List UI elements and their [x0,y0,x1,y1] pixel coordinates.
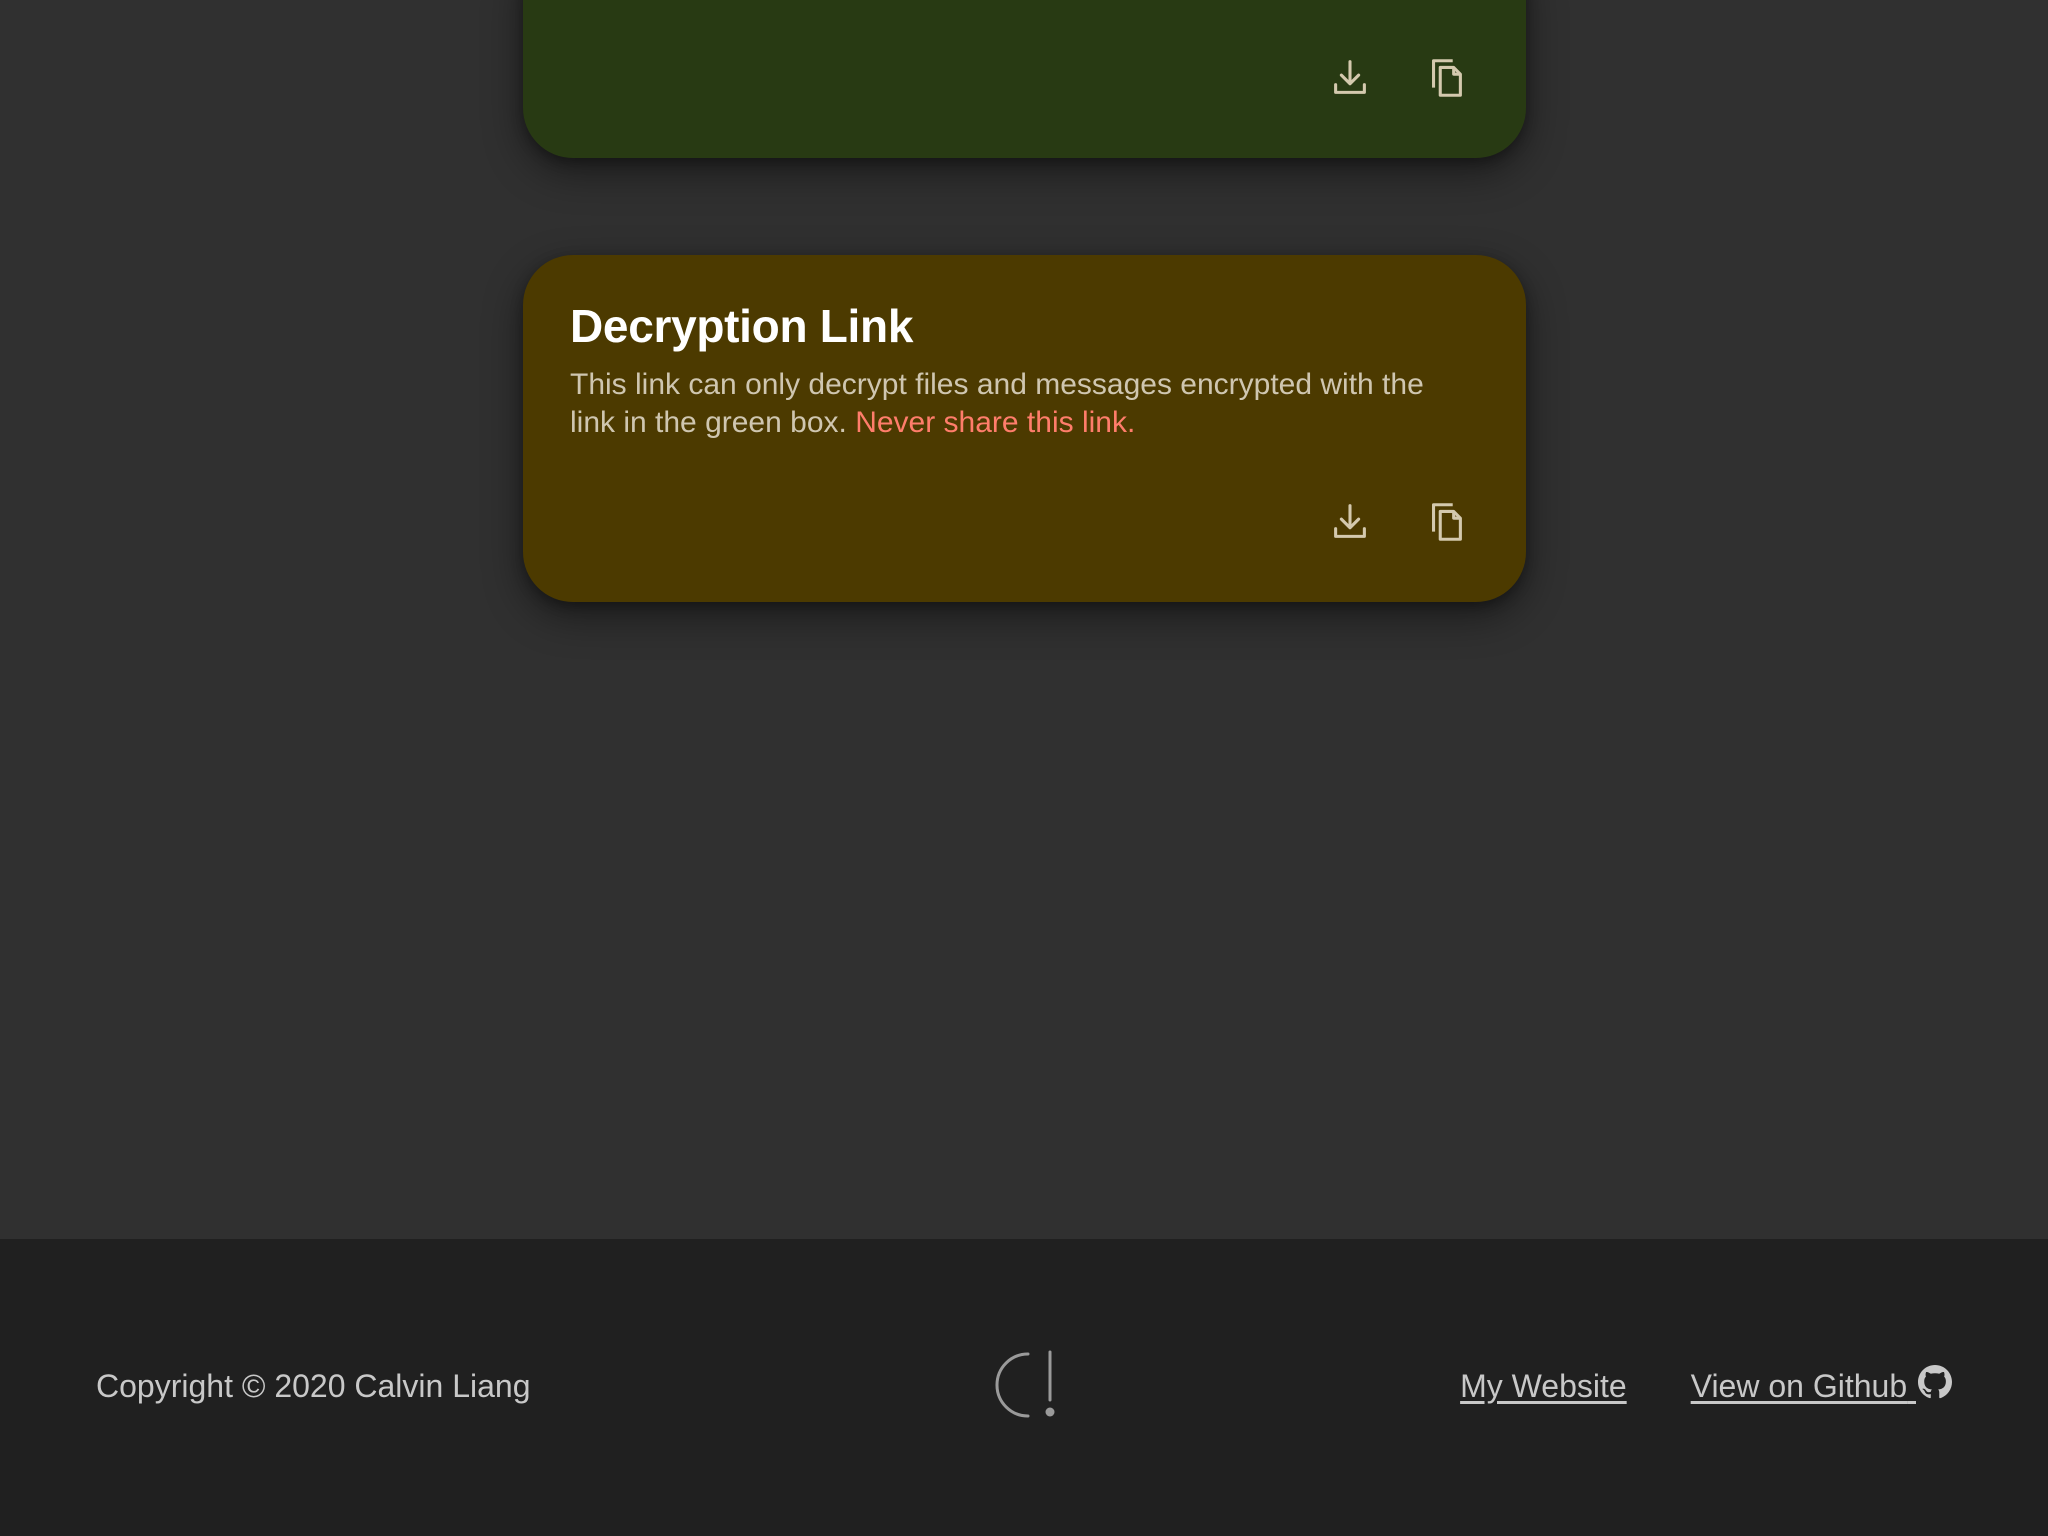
copy-icon [1432,59,1462,97]
page: Decryption Link This link can only decry… [0,0,2048,1536]
decryption-warning-text: Never share this link. [855,406,1136,439]
encryption-card-actions [1326,54,1470,102]
main-content: Decryption Link This link can only decry… [0,0,2048,1239]
encryption-link-card [523,0,1526,158]
download-icon [1334,60,1366,94]
footer-links: My Website View on Github [1460,1365,1952,1406]
logo-icon[interactable] [988,1348,1060,1420]
my-website-link[interactable]: My Website [1460,1366,1627,1406]
github-link[interactable]: View on Github [1690,1365,1952,1406]
github-icon [1918,1365,1952,1399]
copy-icon [1432,503,1462,541]
encryption-download-button[interactable] [1326,54,1374,102]
decryption-card-title: Decryption Link [570,300,914,352]
decryption-link-card: Decryption Link This link can only decry… [523,255,1526,602]
decryption-card-actions [1326,498,1470,546]
decryption-download-button[interactable] [1326,498,1374,546]
my-website-label: My Website [1460,1368,1627,1404]
download-icon [1334,504,1366,538]
github-label: View on Github [1690,1368,1908,1404]
encryption-copy-button[interactable] [1422,54,1470,102]
copyright-text: Copyright © 2020 Calvin Liang [96,1368,531,1404]
decryption-copy-button[interactable] [1422,498,1470,546]
decryption-card-description: This link can only decrypt files and mes… [570,366,1470,442]
